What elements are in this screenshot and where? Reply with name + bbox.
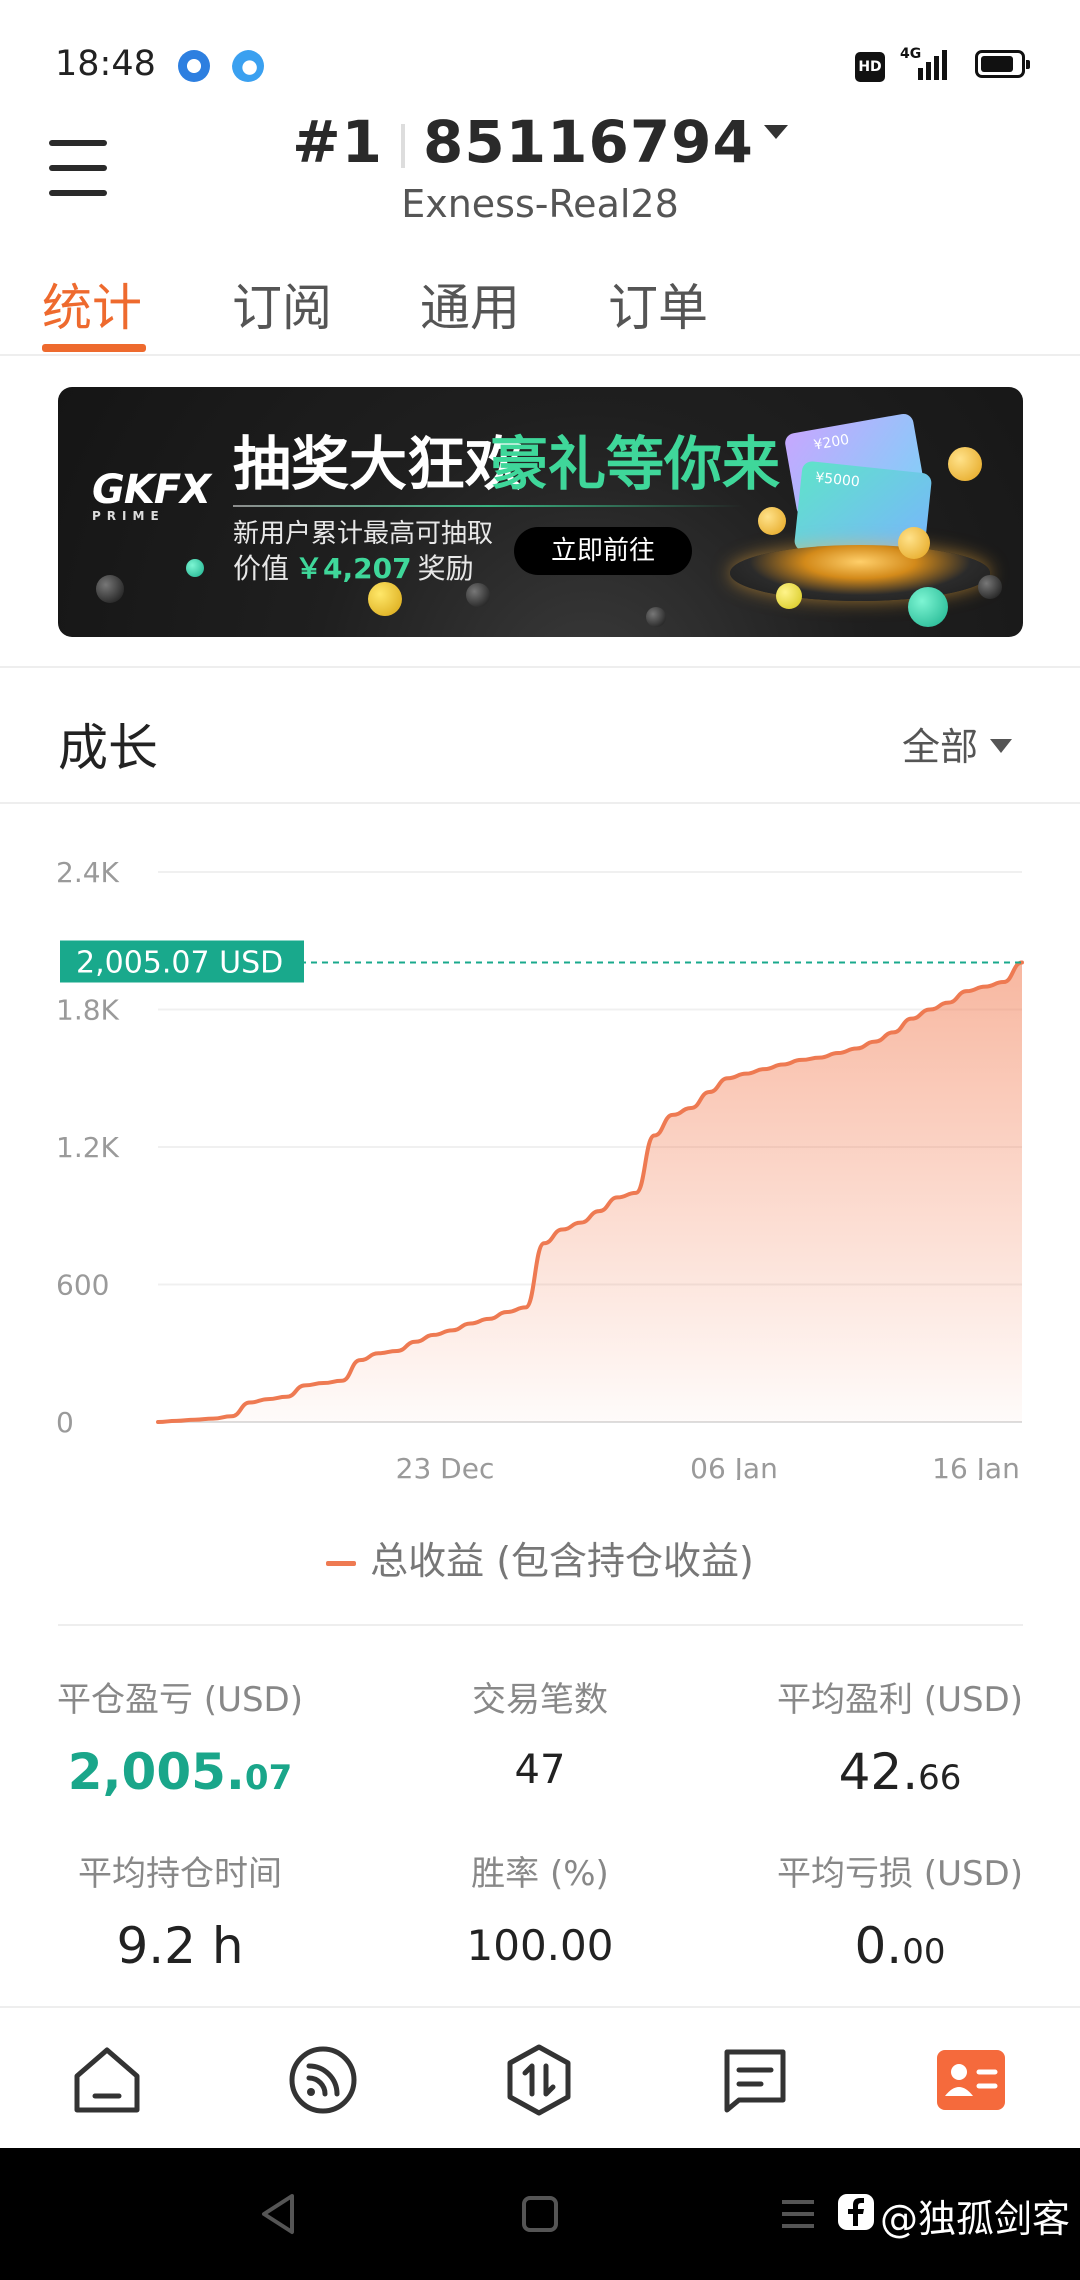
growth-title: 成长 xyxy=(58,719,158,777)
stat-value: 42.66 xyxy=(838,1743,962,1801)
coin-icon xyxy=(948,447,982,481)
stat-label: 平均亏损 (USD) xyxy=(777,1854,1023,1894)
y-tick-label: 0 xyxy=(56,1406,74,1439)
y-tick-label: 600 xyxy=(56,1269,109,1302)
profile-icon[interactable] xyxy=(933,2042,1009,2118)
account-selector[interactable]: #1 85116794 xyxy=(0,108,1080,176)
caret-down-icon xyxy=(763,124,788,139)
promo-banner[interactable]: GKFX PRIME 抽奖大狂欢 豪礼等你来 新用户累计最高可抽取 价值 ￥4,20… xyxy=(58,387,1023,637)
stat-trade-count: 交易笔数 47 xyxy=(360,1672,720,1793)
stat-label: 平仓盈亏 (USD) xyxy=(57,1680,303,1720)
status-time: 18:48 xyxy=(55,44,156,84)
decorative-ball xyxy=(186,559,204,577)
legend-label: 总收益 (包含持仓收益) xyxy=(370,1539,754,1583)
messages-icon[interactable] xyxy=(717,2042,793,2118)
banner-reward-amount: ￥4,207 xyxy=(295,552,412,585)
gkfx-logo: GKFX PRIME xyxy=(92,467,211,523)
stat-avg-profit: 平均盈利 (USD) 42.66 xyxy=(720,1672,1080,1801)
stat-avg-loss: 平均亏损 (USD) 0.00 xyxy=(720,1846,1080,1975)
legend-swatch xyxy=(326,1561,357,1566)
watermark-text: @独孤剑客 xyxy=(880,2197,1071,2241)
tab-statistics[interactable]: 统计 xyxy=(42,268,142,340)
y-tick-label: 2.4K xyxy=(56,856,120,889)
stat-value: 2,005.07 xyxy=(67,1743,293,1801)
stat-avg-hold-time: 平均持仓时间 9.2 h xyxy=(0,1846,360,1975)
stat-label: 胜率 (%) xyxy=(471,1854,609,1894)
y-tick-label: 1.8K xyxy=(56,994,120,1027)
stat-win-rate: 胜率 (%) 100.00 xyxy=(360,1846,720,1970)
home-button-icon[interactable] xyxy=(520,2194,560,2234)
trade-icon[interactable] xyxy=(501,2042,577,2118)
section-divider xyxy=(0,666,1080,668)
section-divider xyxy=(0,802,1080,804)
notification-app-icon xyxy=(178,50,210,82)
coin-icon xyxy=(898,527,930,559)
caret-down-icon xyxy=(990,738,1013,753)
banner-cta-button[interactable]: 立即前往 xyxy=(514,527,692,575)
x-tick-label: 16 Jan xyxy=(932,1452,1020,1480)
range-dropdown[interactable]: 全部 xyxy=(902,716,1013,771)
current-value-label: 2,005.07 USD xyxy=(60,940,304,983)
banner-reward-line: 价值 ￥4,207 奖励 xyxy=(233,552,474,585)
banner-divider xyxy=(233,505,743,507)
decorative-ball xyxy=(96,575,124,603)
x-tick-label: 23 Dec xyxy=(396,1452,495,1480)
bottom-nav xyxy=(0,2006,1080,2148)
account-number: 85116794 xyxy=(423,108,754,176)
banner-title-highlight: 豪礼等你来 xyxy=(490,430,781,498)
stat-closed-pnl: 平仓盈亏 (USD) 2,005.07 xyxy=(0,1672,360,1801)
back-icon[interactable] xyxy=(258,2192,298,2236)
banner-subtitle: 新用户累计最高可抽取 xyxy=(233,519,494,549)
stat-value: 47 xyxy=(514,1747,566,1793)
browser-app-icon xyxy=(232,50,264,82)
tab-general[interactable]: 通用 xyxy=(420,268,520,340)
active-tab-indicator xyxy=(42,344,146,352)
x-tick-label: 06 Jan xyxy=(690,1452,778,1480)
y-tick-label: 1.2K xyxy=(56,1131,120,1164)
account-prefix: #1 xyxy=(292,108,384,176)
stat-value: 0.00 xyxy=(854,1917,946,1975)
decorative-ball xyxy=(466,583,490,607)
decorative-ball xyxy=(978,575,1002,599)
coin-icon xyxy=(758,507,786,535)
growth-chart[interactable]: 0 600 1.2K 1.8K 2.4K 2,005.07 USD 23 Dec 06 J… xyxy=(0,840,1080,1480)
home-icon[interactable] xyxy=(69,2042,145,2118)
server-name: Exness-Real28 xyxy=(401,182,679,226)
facebook-icon xyxy=(838,2194,874,2230)
podium-icon xyxy=(730,545,990,601)
broadcast-icon[interactable] xyxy=(285,2042,361,2118)
tab-bar: 统计 订阅 通用 订单 xyxy=(0,260,1080,356)
decorative-ball xyxy=(776,583,802,609)
hd-icon: HD xyxy=(855,52,885,82)
decorative-ball xyxy=(368,582,402,616)
decorative-ball xyxy=(908,587,948,627)
stat-label: 平均持仓时间 xyxy=(78,1854,282,1894)
stat-value: 100.00 xyxy=(466,1921,614,1970)
section-divider xyxy=(58,1624,1023,1626)
x-axis: 23 Dec 06 Jan 16 Jan xyxy=(396,1452,1020,1480)
banner-title: 抽奖大狂欢 xyxy=(233,430,524,498)
recents-icon[interactable] xyxy=(778,2196,818,2232)
chart-legend[interactable]: 总收益 (包含持仓收益) xyxy=(0,1530,1080,1585)
tab-subscription[interactable]: 订阅 xyxy=(232,268,332,340)
stat-value: 9.2 h xyxy=(116,1917,244,1975)
decorative-ball xyxy=(646,607,666,627)
system-nav-bar: @独孤剑客 xyxy=(0,2148,1080,2280)
stat-label: 交易笔数 xyxy=(472,1680,608,1720)
signal-icon: 4G xyxy=(896,46,956,82)
current-value-text: 2,005.07 USD xyxy=(76,946,283,981)
tab-orders[interactable]: 订单 xyxy=(608,268,708,340)
battery-icon xyxy=(975,50,1030,78)
stat-label: 平均盈利 (USD) xyxy=(777,1680,1023,1720)
